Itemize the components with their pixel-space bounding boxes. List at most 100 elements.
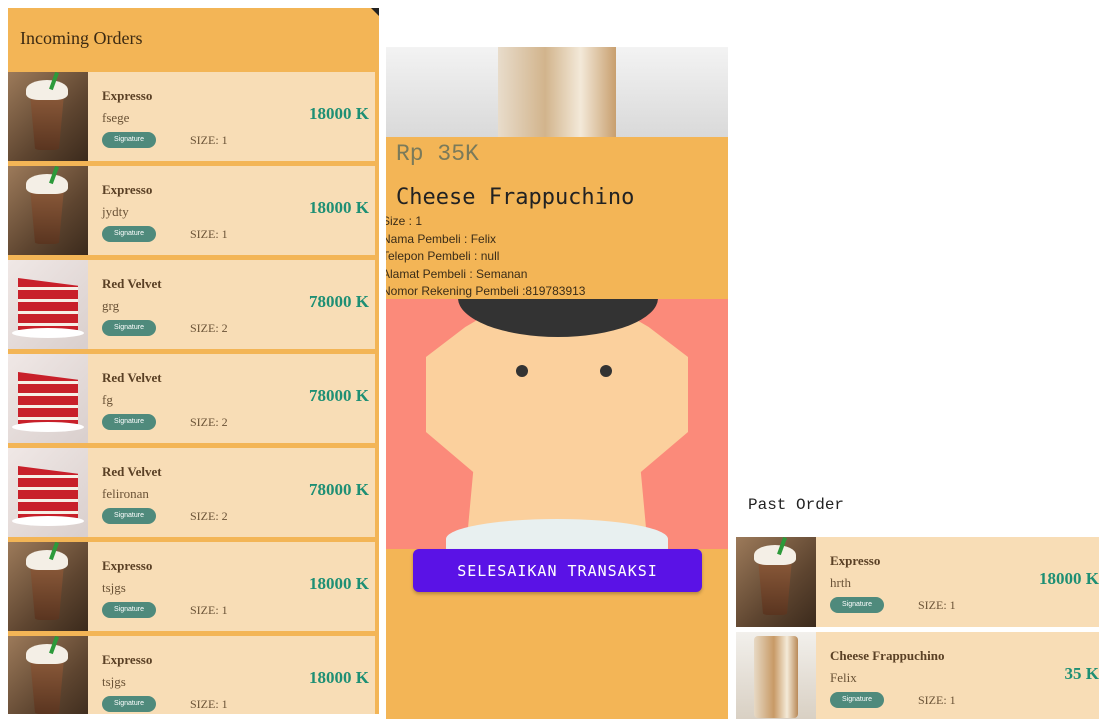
whipped-cream: [26, 644, 68, 664]
item-name: Red Velvet: [102, 464, 162, 479]
buyer-name: tsjgs: [102, 674, 126, 689]
order-card[interactable]: Red Velvet grg Signature SIZE: 2 78000 K: [8, 260, 375, 349]
signature-badge: Signature: [102, 696, 156, 712]
order-card-body: Red Velvet felironan Signature SIZE: 2 78000…: [88, 448, 375, 537]
whipped-cream: [754, 545, 796, 565]
buyer-avatar: [386, 299, 728, 549]
item-size: SIZE: 2: [190, 509, 228, 523]
item-name: Cheese Frappuchino: [830, 648, 945, 663]
item-price: 78000 K: [309, 292, 369, 311]
item-name: Expresso: [102, 558, 153, 573]
order-card[interactable]: Expresso tsjgs Signature SIZE: 1 18000 K: [8, 636, 375, 714]
expresso-image: [8, 166, 88, 255]
avatar-left-eye: [516, 365, 528, 377]
buyer-name: tsjgs: [102, 580, 126, 595]
order-card[interactable]: Expresso hrth Signature SIZE: 1 18000 K: [736, 537, 1099, 627]
buyer-account-line: Nomor Rekening Pembeli :819783913: [386, 284, 586, 298]
signature-badge: Signature: [830, 597, 884, 613]
buyer-name: grg: [102, 298, 120, 313]
item-size: SIZE: 2: [190, 415, 228, 429]
plate: [12, 422, 84, 432]
coffee-glass: [30, 94, 64, 150]
item-name: Expresso: [830, 553, 881, 568]
order-card-body: Expresso tsjgs Signature SIZE: 1 18000 K: [88, 636, 375, 714]
signature-badge: Signature: [102, 508, 156, 524]
cake-slice: [18, 466, 78, 518]
item-price: 18000 K: [309, 668, 369, 687]
buyer-phone-line: Telepon Pembeli : null: [386, 249, 500, 263]
item-size: SIZE: 1: [918, 693, 956, 707]
red-velvet-image: [8, 354, 88, 443]
item-price: 18000 K: [309, 104, 369, 123]
expresso-image: [8, 636, 88, 714]
coffee-glass: [30, 564, 64, 620]
frappuchino-cup-image: [498, 47, 616, 137]
item-size: SIZE: 2: [190, 321, 228, 335]
order-card[interactable]: Expresso jydty Signature SIZE: 1 18000 K: [8, 166, 375, 255]
item-name: Expresso: [102, 88, 153, 103]
item-price: 78000 K: [309, 386, 369, 405]
red-velvet-image: [8, 448, 88, 537]
item-name: Expresso: [102, 652, 153, 667]
past-order-list: Expresso hrth Signature SIZE: 1 18000 K Chees…: [736, 537, 1099, 719]
status-corner: [371, 8, 379, 16]
order-card[interactable]: Cheese Frappuchino Felix Signature SIZE: 1 3…: [736, 632, 1099, 719]
item-name: Expresso: [102, 182, 153, 197]
order-card[interactable]: Red Velvet fg Signature SIZE: 2 78000 K: [8, 354, 375, 443]
buyer-name: felironan: [102, 486, 149, 501]
buyer-name: fsege: [102, 110, 130, 125]
buyer-name: fg: [102, 392, 113, 407]
buyer-name: Felix: [830, 670, 857, 685]
incoming-order-list: Expresso fsege Signature SIZE: 1 18000 K Expr…: [8, 72, 375, 714]
whipped-cream: [26, 174, 68, 194]
frappuchino-cup: [754, 636, 798, 718]
cake-slice: [18, 278, 78, 330]
buyer-name: hrth: [830, 575, 851, 590]
signature-badge: Signature: [102, 132, 156, 148]
page-title: Incoming Orders: [20, 28, 143, 48]
item-name: Red Velvet: [102, 370, 162, 385]
item-size: SIZE: 1: [190, 227, 228, 241]
buyer-info: Size : 1 Nama Pembeli : Felix Telepon Pe…: [386, 213, 722, 301]
buyer-name: jydty: [102, 204, 129, 219]
order-card[interactable]: Expresso tsjgs Signature SIZE: 1 18000 K: [8, 542, 375, 631]
plate: [12, 516, 84, 526]
expresso-image: [8, 72, 88, 161]
cake-slice: [18, 372, 78, 424]
past-order-title: Past Order: [748, 496, 845, 514]
order-card-body: Expresso hrth Signature SIZE: 1 18000 K: [816, 537, 1099, 627]
product-image: [386, 47, 728, 137]
expresso-image: [736, 537, 816, 627]
coffee-glass: [30, 658, 64, 714]
order-detail-panel: Rp 35K Cheese Frappuchino Size : 1 Nama …: [386, 47, 728, 719]
coffee-glass: [758, 559, 792, 615]
item-name: Red Velvet: [102, 276, 162, 291]
item-size: SIZE: 1: [918, 598, 956, 612]
product-name: Cheese Frappuchino: [396, 185, 635, 210]
signature-badge: Signature: [102, 602, 156, 618]
incoming-orders-panel: Incoming Orders Expresso fsege Signature SI…: [8, 8, 379, 714]
item-price: 35 K: [1064, 664, 1099, 683]
item-price: 78000 K: [309, 480, 369, 499]
complete-transaction-button[interactable]: SELESAIKAN TRANSAKSI: [413, 549, 702, 592]
whipped-cream: [26, 550, 68, 570]
product-price: Rp 35K: [396, 141, 479, 167]
item-size: SIZE: 1: [190, 603, 228, 617]
coffee-glass: [30, 188, 64, 244]
size-line: Size : 1: [386, 214, 423, 228]
signature-badge: Signature: [102, 414, 156, 430]
red-velvet-image: [8, 260, 88, 349]
item-price: 18000 K: [309, 198, 369, 217]
signature-badge: Signature: [830, 692, 884, 708]
order-card-body: Cheese Frappuchino Felix Signature SIZE: 1 3…: [816, 632, 1099, 719]
whipped-cream: [26, 80, 68, 100]
avatar-face: [426, 307, 688, 549]
item-size: SIZE: 1: [190, 697, 228, 711]
order-card[interactable]: Expresso fsege Signature SIZE: 1 18000 K: [8, 72, 375, 161]
avatar-right-eye: [600, 365, 612, 377]
order-card[interactable]: Red Velvet felironan Signature SIZE: 2 78000…: [8, 448, 375, 537]
item-size: SIZE: 1: [190, 133, 228, 147]
expresso-image: [8, 542, 88, 631]
order-card-body: Red Velvet fg Signature SIZE: 2 78000 K: [88, 354, 375, 443]
buyer-name-line: Nama Pembeli : Felix: [386, 231, 497, 246]
